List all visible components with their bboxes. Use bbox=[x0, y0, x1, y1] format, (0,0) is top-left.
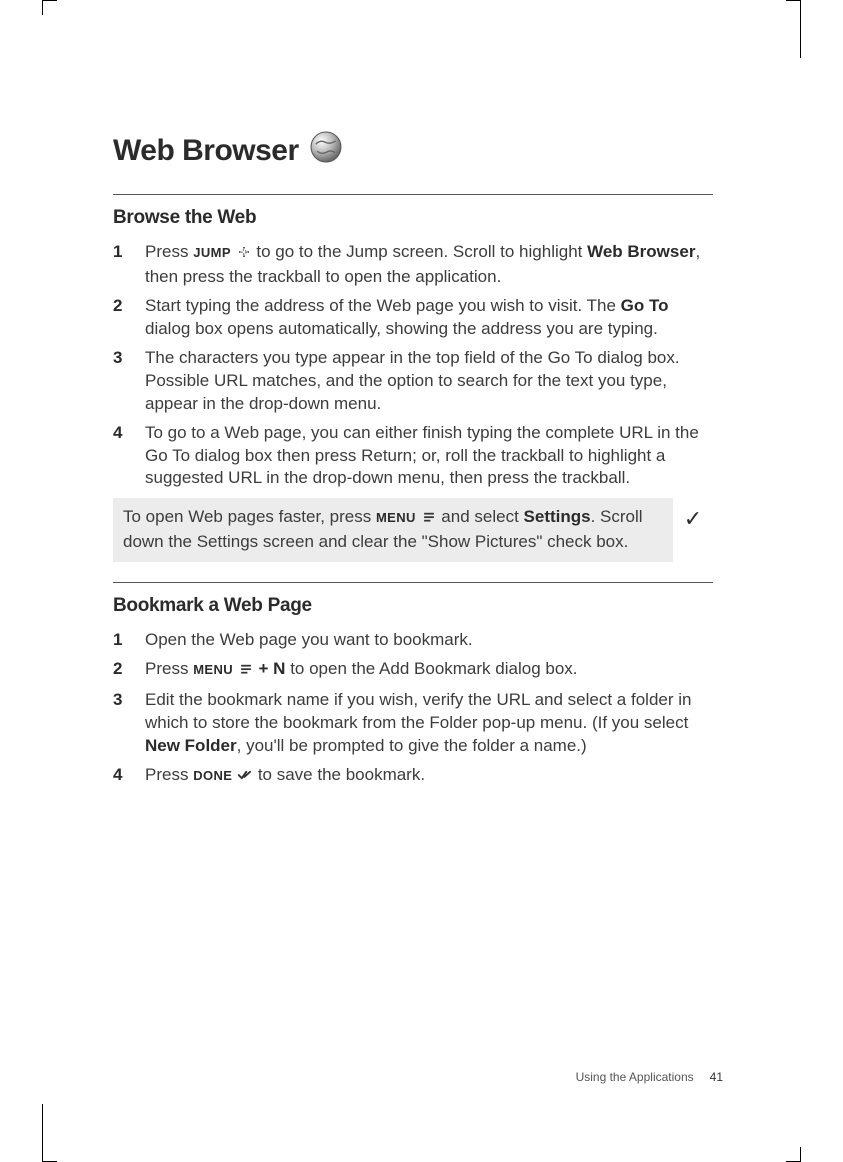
steps-list-browse: 1 Press JUMP to go to the Jump screen. S… bbox=[113, 241, 713, 490]
tip-row: To open Web pages faster, press MENU and… bbox=[113, 498, 713, 562]
list-item: 4 To go to a Web page, you can either fi… bbox=[113, 422, 713, 491]
crop-mark bbox=[786, 0, 801, 1]
section-heading-browse: Browse the Web bbox=[113, 207, 713, 229]
page-title: Web Browser bbox=[113, 130, 713, 172]
done-icon bbox=[238, 766, 252, 789]
list-item: 2 Start typing the address of the Web pa… bbox=[113, 295, 713, 341]
step-body: The characters you type appear in the to… bbox=[145, 347, 713, 416]
step-body: Press DONE to save the bookmark. bbox=[145, 764, 713, 789]
menu-icon bbox=[422, 508, 436, 531]
divider bbox=[113, 194, 713, 195]
step-number: 3 bbox=[113, 347, 145, 370]
step-body: Open the Web page you want to bookmark. bbox=[145, 629, 713, 652]
step-number: 2 bbox=[113, 295, 145, 318]
list-item: 1 Press JUMP to go to the Jump screen. S… bbox=[113, 241, 713, 289]
bold-web-browser: Web Browser bbox=[587, 242, 695, 261]
divider bbox=[113, 582, 713, 583]
bold-settings: Settings bbox=[524, 507, 591, 526]
section-heading-bookmark: Bookmark a Web Page bbox=[113, 595, 713, 617]
list-item: 3 The characters you type appear in the … bbox=[113, 347, 713, 416]
page-footer: Using the Applications 41 bbox=[576, 1070, 723, 1084]
step-number: 4 bbox=[113, 422, 145, 445]
jump-key-label: JUMP bbox=[193, 245, 231, 260]
step-number: 1 bbox=[113, 241, 145, 264]
footer-section: Using the Applications bbox=[576, 1070, 694, 1084]
step-body: Press JUMP to go to the Jump screen. Scr… bbox=[145, 241, 713, 289]
list-item: 1 Open the Web page you want to bookmark… bbox=[113, 629, 713, 652]
menu-icon bbox=[239, 660, 253, 683]
jump-icon bbox=[237, 243, 251, 266]
step-number: 4 bbox=[113, 764, 145, 787]
page-number: 41 bbox=[710, 1070, 723, 1084]
checkmark-icon: ✓ bbox=[673, 498, 713, 532]
step-number: 1 bbox=[113, 629, 145, 652]
crop-mark bbox=[800, 1147, 801, 1162]
title-text: Web Browser bbox=[113, 134, 299, 168]
crop-mark bbox=[800, 0, 801, 58]
steps-list-bookmark: 1 Open the Web page you want to bookmark… bbox=[113, 629, 713, 789]
menu-key-label: MENU bbox=[376, 510, 416, 525]
globe-icon bbox=[309, 130, 343, 172]
step-body: Press MENU + N to open the Add Bookmark … bbox=[145, 658, 713, 683]
step-body: To go to a Web page, you can either fini… bbox=[145, 422, 713, 491]
page-content: Web Browser Browse the Web 1 bbox=[113, 130, 713, 797]
tip-box: To open Web pages faster, press MENU and… bbox=[113, 498, 673, 562]
list-item: 4 Press DONE to save the bookmark. bbox=[113, 764, 713, 789]
step-number: 2 bbox=[113, 658, 145, 681]
step-body: Start typing the address of the Web page… bbox=[145, 295, 713, 341]
menu-key-label: MENU bbox=[193, 662, 233, 677]
list-item: 3 Edit the bookmark name if you wish, ve… bbox=[113, 689, 713, 758]
list-item: 2 Press MENU + N to open the Add Bookmar… bbox=[113, 658, 713, 683]
plus-n-label: + N bbox=[254, 659, 286, 678]
done-key-label: DONE bbox=[193, 768, 232, 783]
bold-new-folder: New Folder bbox=[145, 736, 237, 755]
crop-mark bbox=[42, 0, 57, 1]
step-body: Edit the bookmark name if you wish, veri… bbox=[145, 689, 713, 758]
step-number: 3 bbox=[113, 689, 145, 712]
bold-go-to: Go To bbox=[621, 296, 669, 315]
crop-mark bbox=[42, 0, 43, 15]
crop-mark bbox=[42, 1104, 43, 1162]
